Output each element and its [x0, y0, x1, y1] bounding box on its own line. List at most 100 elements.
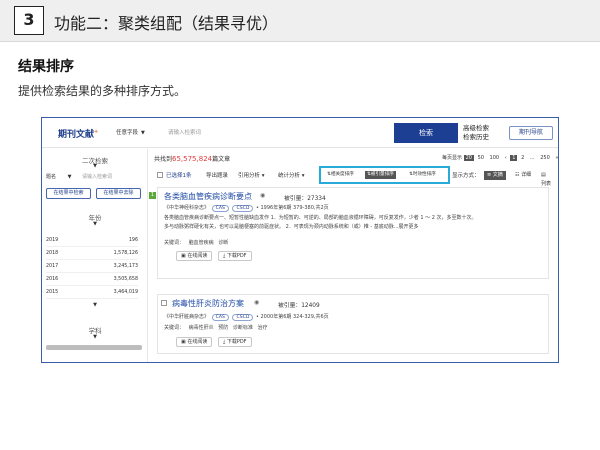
next-page-icon[interactable]: » — [553, 155, 558, 161]
abstract-line: 各类脑血管疾病诊断要点一、短暂性脑缺血发作 1．为短暂的、可逆的、局部的脑血液循… — [164, 215, 477, 221]
arrow-down-icon: ▼ — [93, 163, 97, 169]
chevron-down-icon: ▾ — [261, 173, 265, 179]
per-page-option[interactable]: 100 — [488, 155, 502, 161]
keyword-link[interactable]: 诊断标准 — [233, 325, 253, 331]
header-band: 3 功能二：聚类组配（结果寻优） — [0, 0, 600, 42]
view-detail-button[interactable]: ☷ 详细 — [512, 171, 534, 180]
article-meta: 《中华肝脏病杂志》 CAS CSCD • 2000年第6期 324-329,共6… — [164, 313, 329, 321]
index-badge: CSCD — [232, 314, 254, 321]
download-pdf-button[interactable]: ⤓ 下载PDF — [218, 337, 252, 347]
page-ellipsis: ... — [529, 155, 535, 161]
read-online-button[interactable]: ▣ 在线阅读 — [176, 251, 213, 261]
page-link[interactable]: 250 — [538, 155, 552, 161]
exclude-from-results-button[interactable]: 在结果中去除 — [96, 188, 141, 199]
sort-relevance-button[interactable]: ⇅相关度排序 — [325, 171, 356, 179]
keyword-link[interactable]: 治疗 — [257, 325, 267, 331]
article-title[interactable]: 各类脑血管疾病诊断要点 — [164, 191, 252, 202]
index-badge: CAS — [211, 205, 229, 212]
arrow-down-icon: ▼ — [93, 221, 97, 227]
year-facet-item[interactable]: 2018 1,578,126 — [46, 248, 138, 260]
section-number: 3 — [14, 6, 44, 35]
sort-recency-button[interactable]: ⇅时效性排序 — [407, 171, 438, 179]
list-icon: ≡ — [487, 172, 492, 178]
article-title[interactable]: 病毒性肝炎防治方案 — [172, 298, 244, 309]
abstract-line: 多与动脉粥样硬化有关，也可以是脑梗塞的前驱症状。 2．可表现为颈内动脉系统和（或… — [164, 224, 419, 230]
search-button[interactable]: 检索 — [394, 123, 458, 143]
citation-analysis-button[interactable]: 引用分析 ▾ — [238, 169, 265, 183]
result-count: 共找到65,575,824篇文章 — [154, 155, 231, 163]
preview-eye-icon[interactable]: ◉ — [260, 192, 265, 199]
journal-name[interactable]: 《中华肝脏病杂志》 — [164, 314, 209, 320]
result-card: 病毒性肝炎防治方案 ◉ 被引量：12409 《中华肝脏病杂志》 CAS CSCD… — [157, 294, 549, 354]
selected-count: 已选择1条 — [166, 173, 192, 179]
arrow-down-icon[interactable]: ▼ — [42, 302, 148, 308]
secondary-search-input[interactable]: 请输入检索词 — [82, 172, 142, 182]
browser-screenshot: 期刊文献+ 任意字段 ▼ 请输入检索词 检索 高级检索 检索历史 期刊导航 二次检… — [41, 117, 559, 363]
search-in-results-button[interactable]: 在结果中检索 — [46, 188, 91, 199]
journal-nav-button[interactable]: 期刊导航 — [509, 126, 553, 140]
chevron-down-icon: ▼ — [141, 130, 145, 136]
journal-name[interactable]: 《中华神经科杂志》 — [164, 205, 209, 211]
field-select[interactable]: 任意字段 ▼ — [112, 126, 162, 140]
slide-title: 功能二：聚类组配（结果寻优） — [54, 14, 279, 33]
per-page-option[interactable]: 50 — [476, 155, 486, 161]
citation-count: 被引量：27334 — [284, 196, 326, 202]
read-icon: ▣ — [181, 339, 186, 345]
stats-analysis-button[interactable]: 统计分析 ▾ — [278, 169, 305, 183]
year-facet-item[interactable]: 2017 3,245,173 — [46, 261, 138, 273]
select-all-checkbox[interactable] — [157, 172, 163, 178]
year-facet-item[interactable]: 2015 3,464,019 — [46, 287, 138, 299]
sort-citations-button[interactable]: ⇅被引量排序 — [365, 171, 396, 179]
index-badge: CSCD — [232, 205, 254, 212]
detail-icon: ☷ — [515, 172, 520, 178]
advanced-search-link[interactable]: 高级检索 — [463, 124, 489, 133]
left-filter-panel: 二次检索 ▼ 题名 ▼ 请输入检索词 在结果中检索 在结果中去除 年份 ▼ 20… — [42, 149, 148, 362]
search-input[interactable]: 请输入检索词 — [164, 124, 392, 142]
citation-count: 被引量：12409 — [278, 303, 320, 309]
prev-page-icon[interactable]: ‹ — [503, 155, 509, 161]
view-list-button[interactable]: ▤ 列表 — [538, 171, 554, 187]
issue-info: • 1996年第6期 379-380,共2页 — [255, 205, 329, 211]
results-area: 共找到65,575,824篇文章 每页显示 20 50 100 ‹ 1 2 ..… — [149, 149, 558, 362]
section-heading: 结果排序 — [18, 59, 74, 75]
index-badge: CAS — [211, 314, 229, 321]
read-online-button[interactable]: ▣ 在线阅读 — [176, 337, 213, 347]
table-icon: ▤ — [541, 172, 546, 178]
view-abstract-button[interactable]: ≡ 文摘 — [484, 171, 506, 180]
year-facet-item[interactable]: 2016 3,505,658 — [46, 274, 138, 286]
keyword-link[interactable]: 诊断 — [218, 240, 228, 246]
keyword-link[interactable]: 预防 — [218, 325, 228, 331]
download-icon: ⤓ — [223, 253, 226, 259]
keywords: 关键词： 脑血管疾病 诊断 — [164, 240, 229, 246]
search-history-link[interactable]: 检索历史 — [463, 133, 489, 142]
advanced-links: 高级检索 检索历史 — [463, 124, 489, 142]
horizontal-scrollbar[interactable] — [46, 345, 142, 350]
arrow-down-icon: ▼ — [93, 334, 97, 340]
brand-logo[interactable]: 期刊文献+ — [58, 127, 98, 140]
issue-info: • 2000年第6期 324-329,共6页 — [255, 314, 329, 320]
chevron-down-icon: ▾ — [301, 173, 305, 179]
row-checkbox[interactable] — [161, 300, 167, 306]
chevron-down-icon: ▼ — [67, 174, 72, 180]
keyword-link[interactable]: 病毒性肝炎 — [189, 325, 214, 331]
page-link[interactable]: 2 — [519, 155, 526, 161]
export-button[interactable]: 导出题录 — [206, 169, 228, 183]
preview-eye-icon[interactable]: ◉ — [254, 299, 259, 306]
secondary-field-select[interactable]: 题名 ▼ — [46, 172, 80, 182]
article-meta: 《中华神经科杂志》 CAS CSCD • 1996年第6期 379-380,共2… — [164, 204, 329, 212]
download-icon: ⤓ — [223, 339, 226, 345]
slide: 3 功能二：聚类组配（结果寻优） 结果排序 提供检索结果的多种排序方式。 期刊文… — [0, 0, 600, 450]
sort-options-highlight: ⇅相关度排序 ⇅被引量排序 ⇅时效性排序 — [319, 166, 450, 184]
year-facet-item[interactable]: 2019 196 — [46, 235, 138, 247]
section-description: 提供检索结果的多种排序方式。 — [18, 84, 187, 98]
keywords: 关键词： 病毒性肝炎 预防 诊断标准 治疗 — [164, 325, 268, 331]
result-card: 1 各类脑血管疾病诊断要点 ◉ 被引量：27334 《中华神经科杂志》 CAS … — [149, 187, 549, 279]
display-mode-label: 显示方式： — [452, 173, 480, 179]
keyword-link[interactable]: 脑血管疾病 — [189, 240, 214, 246]
page-link[interactable]: 1 — [510, 155, 518, 161]
pagination: 每页显示 20 50 100 ‹ 1 2 ... 250 » — [442, 154, 558, 161]
per-page-option[interactable]: 20 — [463, 155, 474, 161]
read-icon: ▣ — [181, 253, 186, 259]
download-pdf-button[interactable]: ⤓ 下载PDF — [218, 251, 252, 261]
selected-tag[interactable]: 1 — [149, 192, 156, 199]
